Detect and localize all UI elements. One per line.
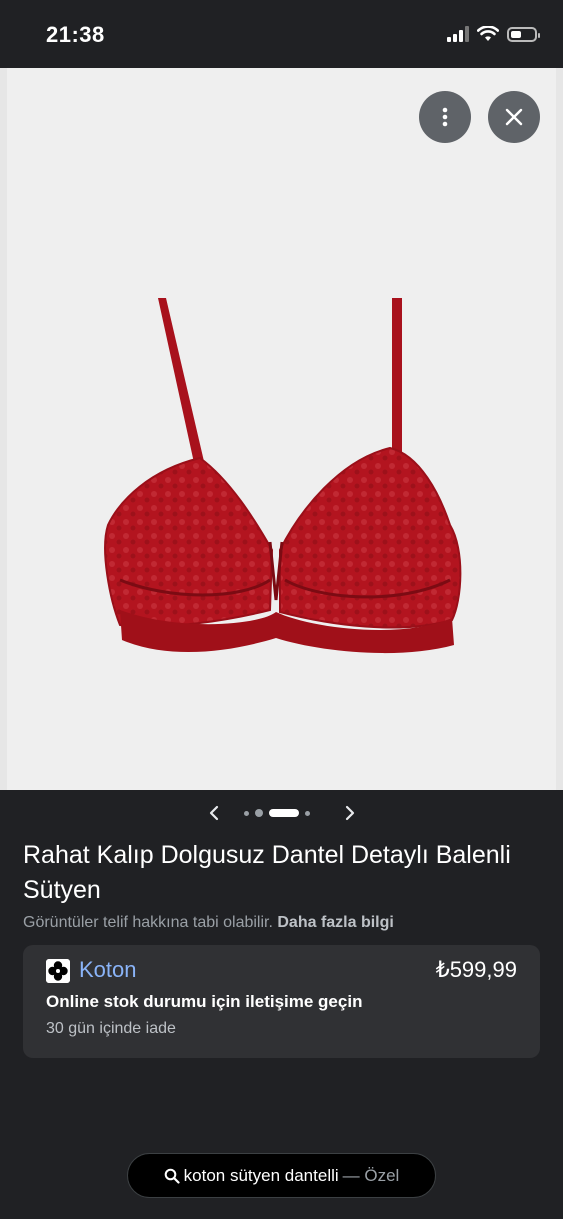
close-icon: [505, 108, 523, 126]
copyright-notice: Görüntüler telif hakkına tabi olabilir. …: [23, 914, 394, 932]
carousel-dot-active[interactable]: [269, 809, 299, 817]
status-icons: [447, 26, 540, 42]
product-price: ₺599,99: [435, 957, 517, 982]
stock-note: Online stok durumu için iletişime geçin: [46, 992, 363, 1011]
carousel-dot[interactable]: [244, 810, 249, 816]
close-button[interactable]: [488, 91, 540, 143]
carousel-dot[interactable]: [305, 810, 310, 816]
merchant-card[interactable]: Koton ₺599,99 Online stok durumu için il…: [23, 945, 540, 1058]
wifi-icon: [477, 26, 499, 41]
chevron-right-icon[interactable]: [339, 803, 359, 823]
koton-logo: [46, 959, 70, 983]
image-carousel: [0, 798, 563, 828]
signal-icon: [447, 26, 469, 42]
search-pill[interactable]: koton sütyen dantelli — Özel: [127, 1153, 436, 1198]
copyright-text: Görüntüler telif hakkına tabi olabilir.: [23, 914, 273, 931]
more-info-link[interactable]: Daha fazla bilgi: [277, 914, 393, 931]
image-edge-right: [556, 68, 563, 790]
carousel-dots: [244, 809, 310, 817]
chevron-left-icon[interactable]: [205, 803, 225, 823]
search-mode: — Özel: [342, 1165, 400, 1185]
more-options-button[interactable]: [419, 91, 471, 143]
return-policy: 30 gün içinde iade: [46, 1020, 176, 1037]
product-title: Rahat Kalıp Dolgusuz Dantel Detaylı Bale…: [23, 841, 511, 904]
product-photo-bra: [104, 298, 462, 654]
more-vert-icon: [442, 107, 448, 127]
battery-icon: [507, 26, 540, 42]
search-icon: [164, 1168, 180, 1184]
battery-level: [511, 30, 521, 38]
search-query: koton sütyen dantelli: [183, 1165, 339, 1185]
merchant-name[interactable]: Koton: [79, 957, 137, 983]
status-bar: 21:38: [0, 0, 563, 68]
status-time: 21:38: [46, 22, 105, 47]
image-edge-left: [0, 68, 7, 790]
carousel-dot[interactable]: [255, 809, 263, 817]
